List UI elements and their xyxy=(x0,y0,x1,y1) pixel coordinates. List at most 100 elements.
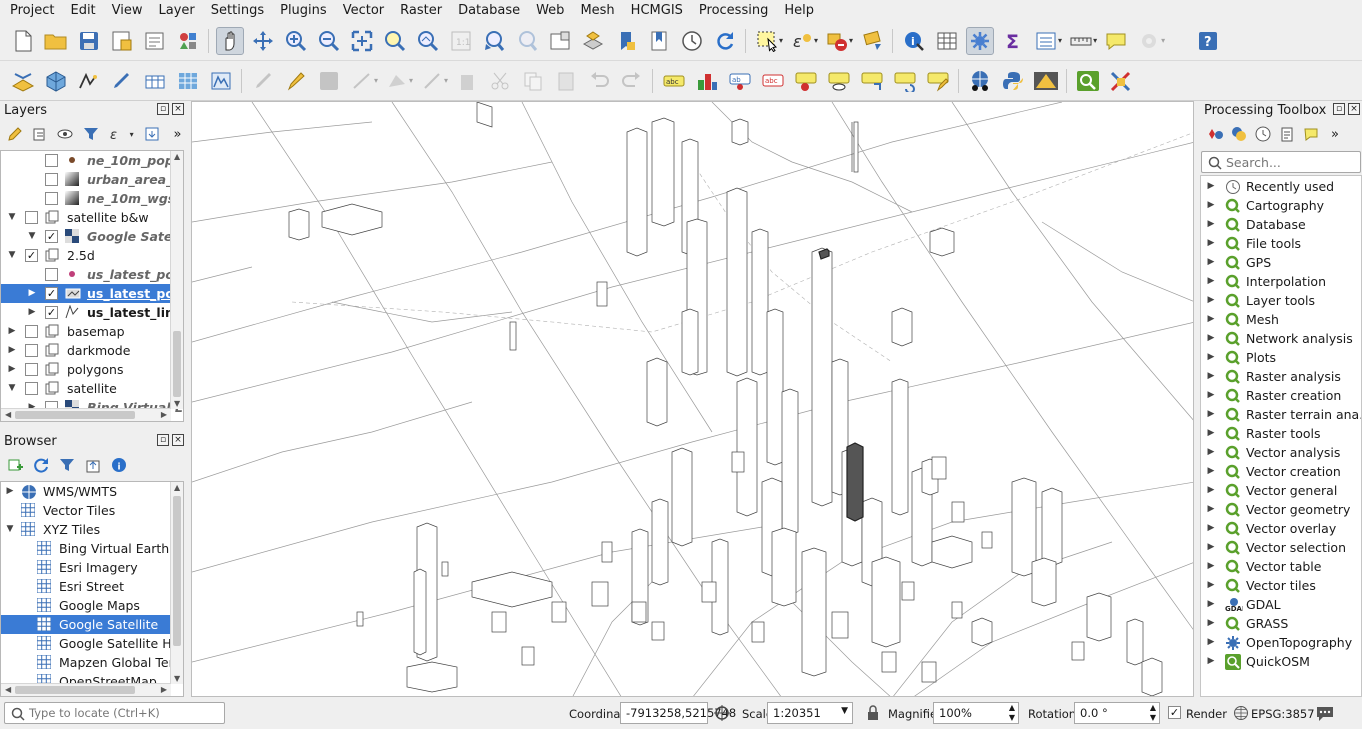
refresh-icon[interactable] xyxy=(711,27,739,55)
menu-plugins[interactable]: Plugins xyxy=(272,0,335,22)
new-3d-map-icon[interactable] xyxy=(579,27,607,55)
layer-item[interactable]: ▼✓Google Satellite xyxy=(1,227,183,246)
expand-arrow-icon[interactable]: ▶ xyxy=(27,288,37,298)
collapse-all-icon[interactable] xyxy=(84,456,102,474)
map-tips-icon[interactable] xyxy=(1102,27,1130,55)
expand-arrow-icon[interactable]: ▶ xyxy=(27,307,37,317)
menu-edit[interactable]: Edit xyxy=(62,0,103,22)
crs-globe-icon[interactable] xyxy=(1233,705,1249,721)
menu-database[interactable]: Database xyxy=(450,0,528,22)
toolbox-group[interactable]: ▶ Interpolation xyxy=(1201,272,1361,291)
expand-arrow-icon[interactable]: ▶ xyxy=(1206,485,1216,495)
layer-item[interactable]: ▶ polygons xyxy=(1,360,171,379)
add-raster-layer-icon[interactable] xyxy=(174,67,202,95)
toolbox-group[interactable]: ▶ Network analysis xyxy=(1201,329,1361,348)
show-hide-labels-icon[interactable] xyxy=(825,67,853,95)
expand-arrow-icon[interactable]: ▶ xyxy=(1206,333,1216,343)
toolbox-group[interactable]: ▶ Plots xyxy=(1201,348,1361,367)
toolbox-group[interactable]: ▶ Database xyxy=(1201,215,1361,234)
expand-arrow-icon[interactable]: ▶ xyxy=(7,345,17,355)
expand-arrow-icon[interactable]: ▶ xyxy=(1206,295,1216,305)
browser-item[interactable]: Vector Tiles xyxy=(1,501,171,520)
collapse-arrow-icon[interactable]: ▼ xyxy=(5,524,15,534)
expand-arrow-icon[interactable]: ▶ xyxy=(1206,466,1216,476)
toolbox-group[interactable]: ▶ Vector tiles xyxy=(1201,576,1361,595)
filter-legend-icon[interactable] xyxy=(82,125,99,143)
layer-item[interactable]: ▶ darkmode xyxy=(1,341,171,360)
layer-item[interactable]: ▶ ✓ us_latest_lines xyxy=(1,303,183,322)
scripts-python-icon[interactable] xyxy=(1230,125,1248,143)
browser-item[interactable]: Google Satellite xyxy=(1,615,171,634)
close-panel-icon[interactable]: × xyxy=(1348,103,1360,115)
toolbox-search-input[interactable]: Search... xyxy=(1201,151,1361,173)
collapse-arrow-icon[interactable]: ▼ xyxy=(7,383,17,393)
diagram-properties-icon[interactable] xyxy=(693,67,721,95)
zoom-in-icon[interactable] xyxy=(282,27,310,55)
layer-visibility-checkbox[interactable]: ✓ xyxy=(45,306,58,319)
menu-layer[interactable]: Layer xyxy=(151,0,203,22)
select-by-expression-icon[interactable]: ε xyxy=(788,27,816,55)
layer-visibility-checkbox[interactable]: ✓ xyxy=(25,249,38,262)
filter-browser-icon[interactable] xyxy=(58,456,76,474)
layer-visibility-checkbox[interactable] xyxy=(45,154,58,167)
browser-item[interactable]: ▼ XYZ Tiles xyxy=(1,520,171,539)
layer-item[interactable]: ▼ ✓ 2.5d xyxy=(1,246,171,265)
expand-arrow-icon[interactable]: ▶ xyxy=(1206,523,1216,533)
layers-vscroll[interactable]: ▲ ▼ xyxy=(170,151,183,409)
more-tools-icon[interactable]: » xyxy=(169,125,186,143)
toolbox-group[interactable]: ▶ Vector table xyxy=(1201,557,1361,576)
toggle-editing-icon[interactable] xyxy=(282,67,310,95)
processing-toolbox-icon[interactable] xyxy=(965,26,994,55)
layer-visibility-checkbox[interactable] xyxy=(25,211,38,224)
layer-item[interactable]: ▶ ✓ us_latest_poly xyxy=(1,284,183,303)
cut-features-icon[interactable] xyxy=(486,67,514,95)
python-console-icon[interactable] xyxy=(999,67,1027,95)
delete-selected-icon[interactable] xyxy=(453,67,481,95)
select-location-icon[interactable] xyxy=(858,27,886,55)
layer-item[interactable]: ▼ satellite xyxy=(1,379,171,398)
menu-vector[interactable]: Vector xyxy=(335,0,392,22)
expand-arrow-icon[interactable]: ▶ xyxy=(1206,238,1216,248)
select-features-icon[interactable] xyxy=(753,27,781,55)
map-canvas[interactable] xyxy=(191,101,1194,697)
toolbox-group[interactable]: ▶ Layer tools xyxy=(1201,291,1361,310)
expand-arrow-icon[interactable]: ▶ xyxy=(1206,352,1216,362)
rotate-label-icon[interactable] xyxy=(858,67,886,95)
attribute-table-icon[interactable] xyxy=(933,27,961,55)
layer-item[interactable]: urban_area_10 xyxy=(1,170,183,189)
models-icon[interactable] xyxy=(1206,125,1224,143)
layer-visibility-checkbox[interactable]: ✓ xyxy=(45,230,58,243)
layer-item[interactable]: ne_10m_wgs84_bo xyxy=(1,189,183,208)
expand-arrow-icon[interactable]: ▶ xyxy=(1206,276,1216,286)
layer-visibility-checkbox[interactable] xyxy=(45,192,58,205)
temporal-controller-icon[interactable] xyxy=(678,27,706,55)
browser-item[interactable]: Google Maps xyxy=(1,596,171,615)
history-icon[interactable] xyxy=(1254,125,1272,143)
pan-map-icon[interactable] xyxy=(215,26,244,55)
add-geopackage-icon[interactable] xyxy=(42,67,70,95)
expand-arrow-icon[interactable]: ▶ xyxy=(1206,447,1216,457)
hcmgis-tools-icon[interactable] xyxy=(1107,67,1135,95)
zoom-last-icon[interactable] xyxy=(480,27,508,55)
layer-visibility-checkbox[interactable] xyxy=(25,325,38,338)
change-label-icon[interactable] xyxy=(891,67,919,95)
layer-item[interactable]: ▼ satellite b&w xyxy=(1,208,171,227)
redo-icon[interactable] xyxy=(618,67,646,95)
results-viewer-icon[interactable] xyxy=(1278,125,1296,143)
menu-settings[interactable]: Settings xyxy=(203,0,272,22)
filter-expression-icon[interactable]: ε xyxy=(108,125,126,143)
toolbox-group[interactable]: ▶ QuickOSM xyxy=(1201,652,1361,671)
toolbox-group[interactable]: ▶ Cartography xyxy=(1201,196,1361,215)
expand-arrow-icon[interactable]: ▶ xyxy=(7,326,17,336)
properties-info-icon[interactable]: i xyxy=(110,456,128,474)
label-properties-icon[interactable] xyxy=(924,67,952,95)
toolbox-group[interactable]: ▶ Vector general xyxy=(1201,481,1361,500)
browser-item[interactable]: Google Satellite Hyb xyxy=(1,634,183,653)
menu-processing[interactable]: Processing xyxy=(691,0,776,22)
digitize-pen-icon[interactable] xyxy=(108,67,136,95)
save-edits-icon[interactable] xyxy=(315,67,343,95)
layer-visibility-checkbox[interactable] xyxy=(25,363,38,376)
locate-search-input[interactable]: Type to locate (Ctrl+K) xyxy=(4,702,225,724)
expand-arrow-icon[interactable]: ▶ xyxy=(1206,390,1216,400)
expand-arrow-icon[interactable]: ▶ xyxy=(1206,637,1216,647)
